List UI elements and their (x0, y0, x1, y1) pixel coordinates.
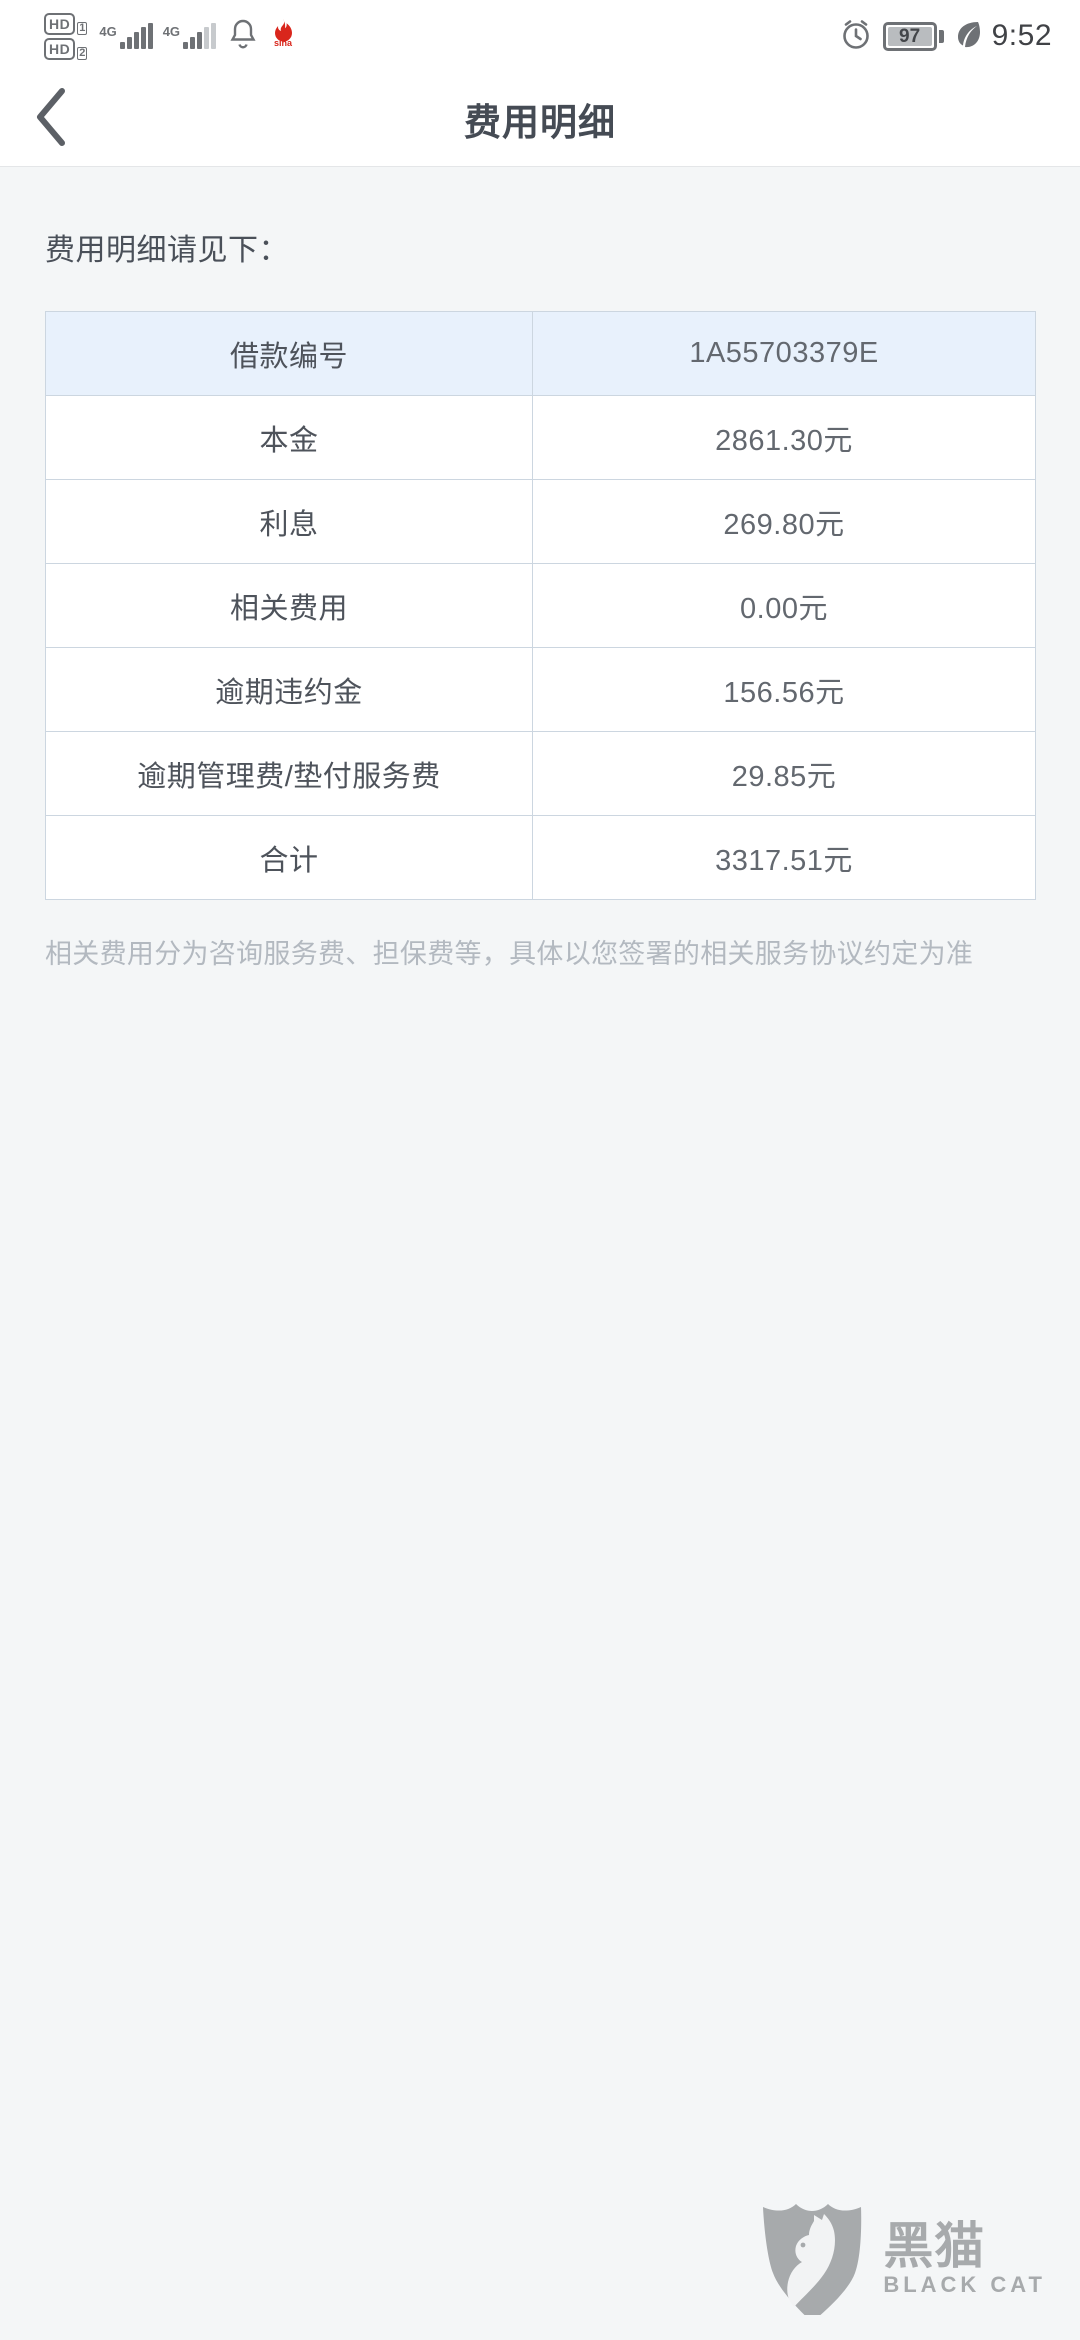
table-row: 逾期管理费/垫付服务费 29.85元 (45, 731, 1036, 816)
section-lead-text: 费用明细请见下： (45, 234, 289, 267)
row-value-cell: 0.00元 (532, 563, 1036, 648)
dual-sim-hd-group: HD 1 HD 2 (44, 12, 88, 60)
status-bar-right-group: 97 9:52 (839, 17, 1052, 56)
row-value: 269.80元 (723, 508, 845, 541)
table-row: 相关费用 0.00元 (45, 563, 1036, 648)
row-label-cell: 本金 (45, 395, 533, 480)
sim2-index-label: 2 (77, 46, 88, 60)
row-label: 利息 (259, 508, 319, 541)
row-value: 156.56元 (723, 676, 845, 709)
battery-icon: 97 (882, 21, 944, 51)
black-cat-watermark: 黑猫 BLACK CAT (757, 2197, 1046, 2322)
row-value: 0.00元 (740, 592, 828, 625)
row-label: 逾期管理费/垫付服务费 (137, 760, 441, 793)
row-value: 29.85元 (731, 760, 837, 793)
black-cat-shield-icon (757, 2197, 867, 2322)
total-label: 合计 (259, 844, 319, 877)
network-type-label-sim2: 4G (162, 24, 181, 39)
watermark-name-en: BLACK CAT (883, 2272, 1046, 2297)
sina-weibo-icon: sina (268, 17, 298, 56)
hd-badge-sim1: HD 1 (44, 12, 88, 35)
signal-group-sim2: 4G (162, 23, 217, 49)
table-header-label-cell: 借款编号 (45, 311, 533, 396)
row-label-cell: 逾期管理费/垫付服务费 (45, 731, 533, 816)
alarm-icon (839, 17, 873, 56)
row-value-cell: 269.80元 (532, 479, 1036, 564)
row-label-cell: 利息 (45, 479, 533, 564)
network-type-label-sim1: 4G (99, 24, 117, 39)
table-header-value-cell: 1A55703379E (532, 311, 1036, 396)
hd-badge-sim2: HD 2 (44, 37, 88, 60)
footnote-text: 相关费用分为咨询服务费、担保费等，具体以您签署的相关服务协议约定为准 (45, 939, 974, 969)
navigation-bar: 费用明细 (0, 72, 1080, 167)
fee-detail-table: 借款编号 1A55703379E 本金 2861.30元 利息 269.80元 … (45, 311, 1036, 900)
main-content: 费用明细请见下： 借款编号 1A55703379E 本金 2861.30元 利息… (0, 225, 1080, 976)
row-value-cell: 2861.30元 (532, 395, 1036, 480)
battery-percent-label: 97 (899, 25, 921, 47)
table-row-total: 合计 3317.51元 (45, 815, 1036, 900)
status-bar-left-group: HD 1 HD 2 4G 4G sina (44, 12, 298, 60)
watermark-text-group: 黑猫 BLACK CAT (883, 2221, 1046, 2296)
row-label: 相关费用 (229, 592, 348, 625)
row-label: 逾期违约金 (215, 676, 363, 709)
total-value: 3317.51元 (715, 844, 853, 877)
loan-number-value: 1A55703379E (689, 337, 879, 369)
row-value-cell: 29.85元 (532, 731, 1036, 816)
hd-icon: HD (44, 12, 76, 35)
hd-icon-secondary: HD (44, 37, 76, 60)
signal-bars-icon (119, 23, 153, 49)
signal-bars-icon-secondary (183, 23, 217, 49)
total-label-cell: 合计 (45, 815, 533, 900)
back-button[interactable] (10, 77, 94, 161)
loan-number-label: 借款编号 (229, 340, 348, 373)
row-label-cell: 相关费用 (45, 563, 533, 648)
table-row: 利息 269.80元 (45, 479, 1036, 564)
svg-text:sina: sina (274, 38, 293, 48)
table-row: 逾期违约金 156.56元 (45, 647, 1036, 732)
row-value-cell: 156.56元 (532, 647, 1036, 732)
sim1-index-label: 1 (77, 21, 88, 35)
bell-mute-icon (230, 18, 256, 55)
status-bar: HD 1 HD 2 4G 4G sina 97 9:52 (0, 0, 1080, 72)
row-label-cell: 逾期违约金 (45, 647, 533, 732)
row-value: 2861.30元 (715, 424, 853, 457)
status-bar-clock: 9:52 (991, 19, 1052, 52)
total-value-cell: 3317.51元 (532, 815, 1036, 900)
page-title: 费用明细 (464, 102, 616, 143)
table-row: 本金 2861.30元 (45, 395, 1036, 480)
watermark-name-cn: 黑猫 (883, 2218, 986, 2274)
row-label: 本金 (259, 424, 319, 457)
leaf-power-saving-icon (954, 18, 982, 55)
table-header-row: 借款编号 1A55703379E (45, 311, 1036, 396)
chevron-left-icon (32, 86, 72, 153)
signal-group-sim1: 4G (99, 23, 153, 49)
